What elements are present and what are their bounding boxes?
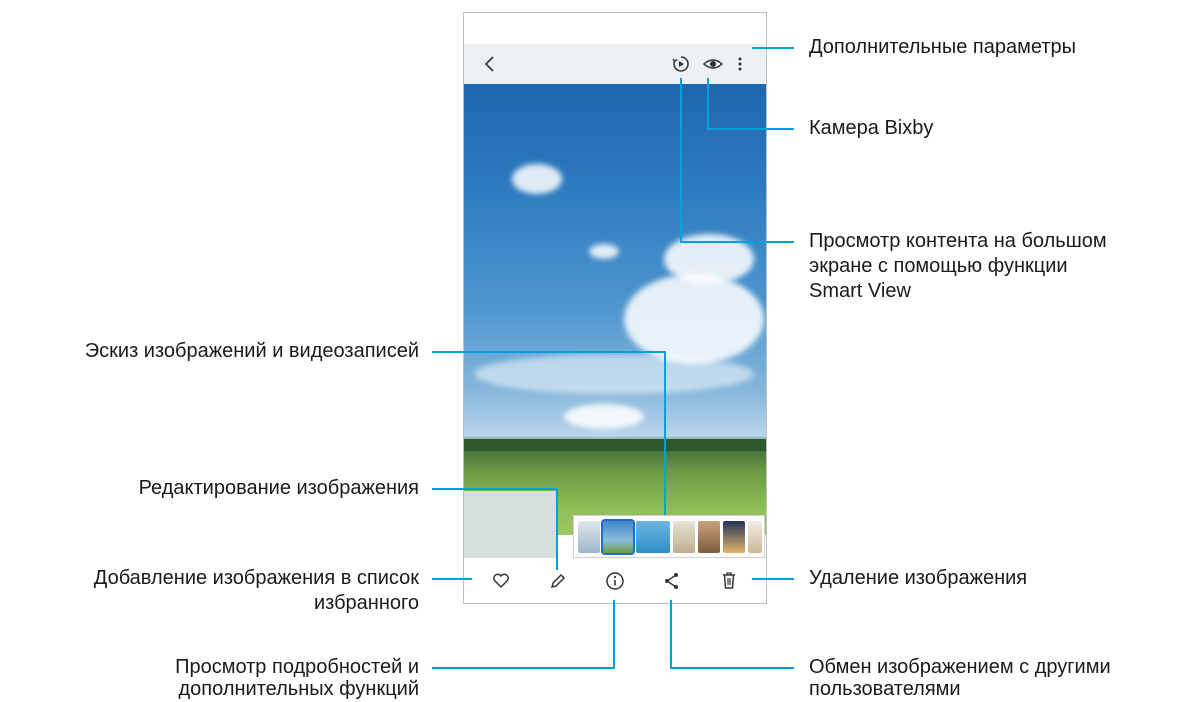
callout-more-h — [752, 47, 794, 49]
label-edit: Редактирование изображения — [138, 477, 419, 499]
thumbnail[interactable] — [578, 520, 600, 553]
label-details-2: дополнительных функций — [178, 678, 419, 700]
callout-favorite-h — [432, 578, 472, 580]
thumbnail[interactable] — [748, 520, 762, 553]
thumbnail[interactable] — [723, 520, 745, 553]
label-favorite-1: Добавление изображения в список — [93, 567, 419, 589]
callout-details-v — [613, 600, 615, 669]
bottom-toolbar — [464, 558, 766, 603]
callout-edit-v — [556, 488, 558, 570]
smart-view-icon[interactable] — [671, 54, 691, 74]
callout-thumbs-h — [432, 351, 666, 353]
info-icon[interactable] — [604, 570, 626, 592]
trash-icon[interactable] — [719, 570, 739, 592]
callout-delete-h — [752, 578, 794, 580]
thumbnail-selected[interactable] — [601, 518, 635, 555]
callout-bixby-v — [707, 78, 709, 130]
label-smart-view-1: Просмотр контента на большом — [809, 230, 1107, 252]
callout-bixby-h — [707, 128, 794, 130]
more-vertical-icon[interactable] — [736, 54, 744, 74]
callout-smartview-h — [680, 241, 794, 243]
tree-line — [464, 439, 766, 451]
label-thumbnails: Эскиз изображений и видеозаписей — [84, 340, 419, 362]
callout-edit-h — [432, 488, 558, 490]
callout-share-h — [670, 667, 794, 669]
callout-share-v — [670, 600, 672, 669]
callout-thumbs-v — [664, 351, 666, 515]
label-bixby-vision: Камера Bixby — [809, 117, 934, 139]
heart-icon[interactable] — [491, 571, 511, 591]
thumbnail-strip — [573, 515, 765, 558]
phone-screen — [463, 12, 767, 604]
top-toolbar — [464, 44, 766, 84]
pencil-icon[interactable] — [548, 571, 568, 591]
label-smart-view-2: экране с помощью функции — [809, 255, 1068, 277]
thumbnail[interactable] — [636, 520, 670, 553]
partial-thumbnail — [464, 491, 556, 558]
share-icon[interactable] — [662, 570, 682, 592]
label-favorite-2: избранного — [313, 592, 419, 614]
thumbnail[interactable] — [673, 520, 695, 553]
label-share-2: пользователями — [809, 678, 961, 700]
callout-details-h — [432, 667, 615, 669]
eye-icon[interactable] — [702, 54, 724, 74]
callout-smartview-v — [680, 78, 682, 243]
back-icon[interactable] — [482, 54, 498, 74]
label-smart-view-3: Smart View — [809, 280, 911, 302]
photo-landscape[interactable] — [464, 84, 766, 535]
thumbnail[interactable] — [698, 520, 720, 553]
label-more-options: Дополнительные параметры — [809, 36, 1076, 58]
label-delete: Удаление изображения — [809, 567, 1028, 589]
